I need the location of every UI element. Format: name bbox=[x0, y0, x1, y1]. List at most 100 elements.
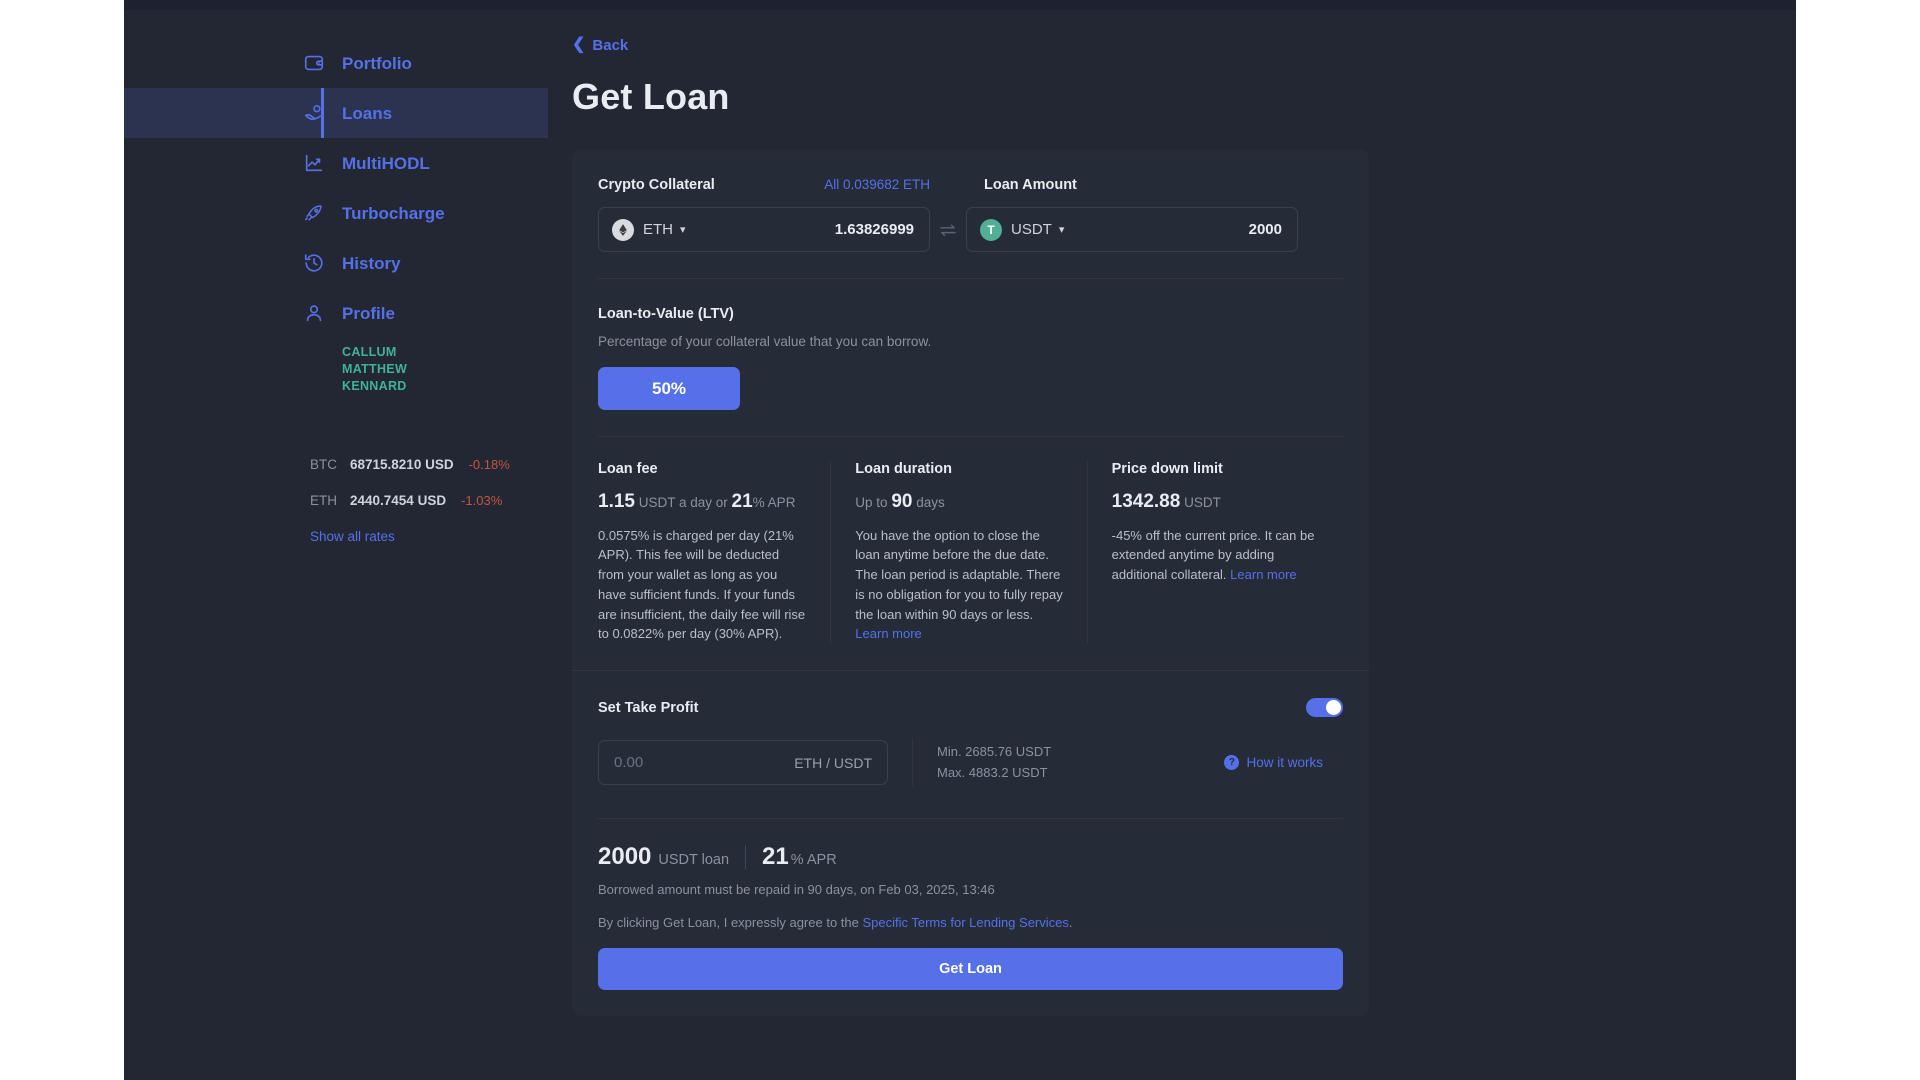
rates-list: BTC 68715.8210 USD -0.18% ETH 2440.7454 … bbox=[124, 457, 548, 508]
price-limit-learn-more-link[interactable]: Learn more bbox=[1230, 567, 1296, 582]
duration-prefix: Up to bbox=[855, 495, 892, 510]
loan-amount-header: Loan Amount bbox=[984, 176, 1077, 194]
loan-amount-coin-symbol: USDT bbox=[1011, 221, 1052, 238]
vertical-divider bbox=[912, 739, 913, 787]
get-loan-button[interactable]: Get Loan bbox=[598, 948, 1343, 991]
rate-row: ETH 2440.7454 USD -1.03% bbox=[310, 493, 548, 508]
chevron-left-icon: ❮ bbox=[572, 36, 586, 53]
how-it-works-link[interactable]: ? How it works bbox=[1224, 755, 1323, 771]
loan-amount-title: Loan Amount bbox=[984, 177, 1077, 193]
summary-amount-unit: USDT loan bbox=[658, 852, 730, 869]
ltv-option-selected[interactable]: 50% bbox=[598, 367, 740, 410]
app-window: Portfolio Loans MultiHODL Turbocharge Hi… bbox=[124, 0, 1796, 1080]
chart-up-icon bbox=[302, 151, 326, 175]
loan-details-columns: Loan fee 1.15 USDT a day or 21% APR 0.05… bbox=[572, 437, 1369, 670]
wallet-icon bbox=[302, 51, 326, 75]
take-profit-unit: ETH / USDT bbox=[794, 754, 872, 771]
collateral-title: Crypto Collateral bbox=[598, 177, 715, 193]
loan-fee-mid: USDT a day or bbox=[634, 495, 732, 510]
loan-fee-heading: Loan fee bbox=[598, 461, 658, 477]
back-button[interactable]: ❮ Back bbox=[572, 37, 628, 54]
take-profit-max: Max. 4883.2 USDT bbox=[937, 764, 1048, 780]
back-label: Back bbox=[592, 36, 629, 54]
price-limit-amount: 1342.88 bbox=[1111, 491, 1181, 512]
page-title: Get Loan bbox=[572, 76, 730, 117]
user-icon bbox=[302, 301, 326, 325]
loan-fee-amount: 1.15 bbox=[598, 491, 635, 512]
main-content: ❮ Back Get Loan Crypto Collateral All 0.… bbox=[548, 0, 1796, 1080]
price-limit-unit: USDT bbox=[1180, 495, 1221, 510]
summary-amount: 2000 bbox=[598, 843, 652, 871]
duration-days: 90 bbox=[891, 491, 913, 512]
loan-amount-input[interactable]: T USDT ▾ 2000 bbox=[966, 207, 1298, 252]
take-profit-body: 0.00 ETH / USDT Min. 2685.76 USDT Max. 4… bbox=[598, 739, 1343, 792]
take-profit-title: Set Take Profit bbox=[598, 699, 699, 716]
take-profit-min: Min. 2685.76 USDT bbox=[937, 744, 1052, 760]
take-profit-toggle[interactable] bbox=[1306, 698, 1343, 718]
price-down-limit-column: Price down limit 1342.88 USDT -45% off t… bbox=[1086, 461, 1343, 645]
sidebar-item-loans[interactable]: Loans bbox=[124, 88, 548, 138]
sidebar-item-multihodl[interactable]: MultiHODL bbox=[124, 138, 548, 188]
loan-fee-apr-unit: % APR bbox=[752, 495, 796, 510]
duration-learn-more-link[interactable]: Learn more bbox=[855, 626, 921, 641]
rate-value: 2440.7454 USD bbox=[350, 492, 447, 508]
chevron-down-icon[interactable]: ▾ bbox=[680, 223, 686, 236]
rocket-icon bbox=[302, 201, 326, 225]
loan-duration-column: Loan duration Up to 90 days You have the… bbox=[830, 461, 1086, 645]
collateral-input[interactable]: ETH ▾ 1.63826999 bbox=[598, 207, 930, 252]
collateral-header-left: Crypto Collateral All 0.039682 ETH bbox=[598, 177, 930, 193]
summary-terms: By clicking Get Loan, I expressly agree … bbox=[598, 915, 1343, 930]
duration-body-text: You have the option to close the loan an… bbox=[855, 527, 1063, 622]
take-profit-section: Set Take Profit 0.00 ETH / USDT Min. 268… bbox=[572, 671, 1369, 820]
sidebar-item-label: MultiHODL bbox=[342, 153, 430, 173]
summary-apr: 21 bbox=[762, 843, 789, 871]
show-all-rates-link[interactable]: Show all rates bbox=[124, 529, 548, 544]
take-profit-placeholder: 0.00 bbox=[614, 754, 644, 772]
sidebar-item-label: Turbocharge bbox=[342, 203, 445, 223]
collateral-all-link[interactable]: All 0.039682 ETH bbox=[824, 177, 930, 192]
price-down-limit-heading: Price down limit bbox=[1111, 461, 1223, 477]
sidebar-item-turbocharge[interactable]: Turbocharge bbox=[124, 188, 548, 238]
price-down-limit-value: 1342.88 USDT bbox=[1112, 488, 1321, 516]
loan-fee-apr: 21 bbox=[731, 491, 753, 512]
loan-fee-body: 0.0575% is charged per day (21% APR). Th… bbox=[598, 527, 806, 642]
eth-coin-icon bbox=[612, 218, 634, 241]
sidebar-item-label: Profile bbox=[342, 303, 395, 323]
how-it-works-label: How it works bbox=[1246, 755, 1323, 771]
swap-direction-icon[interactable] bbox=[930, 223, 966, 237]
profile-username: CALLUM MATTHEW KENNARD bbox=[342, 345, 408, 393]
question-mark-icon: ? bbox=[1224, 755, 1240, 771]
rate-change: -0.18% bbox=[468, 456, 510, 472]
clock-history-icon bbox=[302, 251, 326, 275]
rate-symbol: BTC bbox=[310, 456, 337, 472]
collateral-amount-value[interactable]: 1.63826999 bbox=[835, 221, 914, 238]
terms-prefix: By clicking Get Loan, I expressly agree … bbox=[598, 915, 863, 931]
sidebar-item-portfolio[interactable]: Portfolio bbox=[124, 38, 548, 88]
sidebar-item-label: Portfolio bbox=[342, 53, 412, 73]
rate-row: BTC 68715.8210 USD -0.18% bbox=[310, 457, 548, 472]
duration-suffix: days bbox=[912, 495, 945, 510]
loan-duration-body: You have the option to close the loan an… bbox=[855, 526, 1064, 645]
rate-symbol: ETH bbox=[310, 492, 337, 508]
sidebar-item-profile[interactable]: Profile bbox=[124, 288, 548, 338]
loans-hand-icon bbox=[302, 101, 326, 125]
collateral-section: Crypto Collateral All 0.039682 ETH Loan … bbox=[572, 149, 1369, 279]
sidebar-item-history[interactable]: History bbox=[124, 238, 548, 288]
loan-duration-value: Up to 90 days bbox=[855, 488, 1064, 516]
toggle-knob bbox=[1326, 700, 1341, 716]
loan-amount-value[interactable]: 2000 bbox=[1249, 221, 1282, 238]
ltv-section: Loan-to-Value (LTV) Percentage of your c… bbox=[572, 279, 1369, 437]
specific-terms-link[interactable]: Specific Terms for Lending Services bbox=[862, 915, 1068, 930]
price-down-limit-body: -45% off the current price. It can be ex… bbox=[1112, 526, 1321, 585]
ltv-description: Percentage of your collateral value that… bbox=[598, 334, 932, 349]
loan-summary: 2000 USDT loan 21 % APR Borrowed amount … bbox=[572, 819, 1369, 1016]
chevron-down-icon[interactable]: ▾ bbox=[1059, 223, 1065, 236]
terms-suffix: . bbox=[1068, 915, 1073, 931]
summary-repay-note: Borrowed amount must be repaid in 90 day… bbox=[598, 882, 995, 898]
usdt-coin-icon: T bbox=[980, 218, 1002, 241]
rate-change: -1.03% bbox=[461, 492, 503, 508]
take-profit-input[interactable]: 0.00 ETH / USDT bbox=[598, 740, 888, 786]
loan-fee-value: 1.15 USDT a day or 21% APR bbox=[598, 488, 808, 516]
summary-apr-unit: % APR bbox=[790, 852, 837, 869]
rate-value: 68715.8210 USD bbox=[350, 456, 454, 472]
